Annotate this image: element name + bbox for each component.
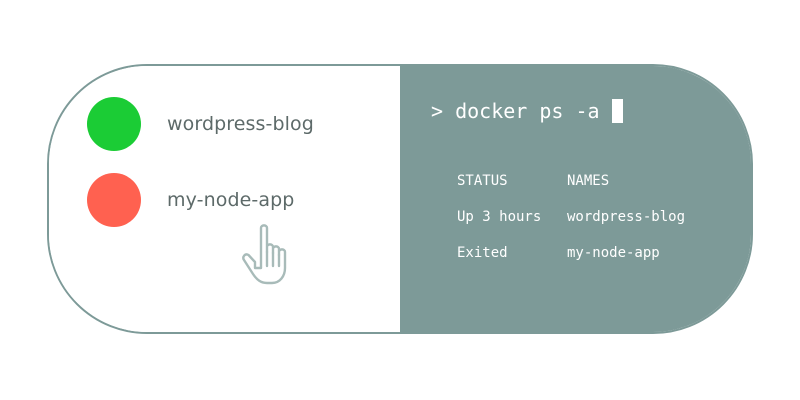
container-item-my-node-app[interactable]: my-node-app [87,173,294,227]
ps-header-names: NAMES [567,173,610,189]
running-status-indicator [87,97,141,151]
container-item-wordpress-blog[interactable]: wordpress-blog [87,97,314,151]
terminal-command: > docker ps -a [431,99,600,123]
docker-illustration-card: wordpress-blog my-node-app > docker ps -… [47,64,753,334]
hand-pointer-icon [242,224,287,285]
terminal-panel: > docker ps -a STATUS NAMES Up 3 hours w… [400,66,751,332]
ps-cell-names: wordpress-blog [567,209,686,225]
ps-cell-status: Up 3 hours [457,209,542,225]
ps-header-status: STATUS [457,173,508,189]
container-name: my-node-app [167,189,295,211]
ps-row-wordpress-blog: Up 3 hours wordpress-blog [457,199,685,235]
ps-header-row: STATUS NAMES [457,163,685,199]
terminal-cursor [611,99,623,123]
terminal-prompt-line: > docker ps -a [431,99,623,123]
ps-cell-status: Exited [457,245,508,261]
docker-ps-output: STATUS NAMES Up 3 hours wordpress-blog E… [457,163,685,271]
ps-cell-names: my-node-app [567,245,660,261]
exited-status-indicator [87,173,141,227]
ps-row-my-node-app: Exited my-node-app [457,235,685,271]
container-list-panel: wordpress-blog my-node-app [49,66,400,332]
container-name: wordpress-blog [167,113,314,135]
stage: wordpress-blog my-node-app > docker ps -… [0,0,800,400]
